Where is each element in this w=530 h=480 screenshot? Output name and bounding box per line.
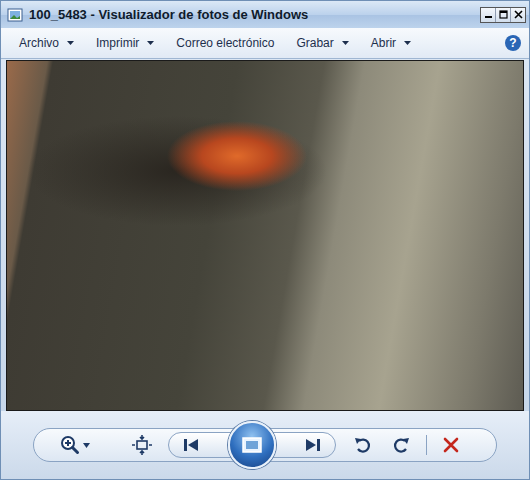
separator xyxy=(426,435,427,455)
slideshow-icon xyxy=(242,437,262,453)
dropdown-arrow-icon xyxy=(83,443,90,448)
control-pill xyxy=(33,428,497,462)
menu-label: Abrir xyxy=(371,36,396,50)
dropdown-arrow-icon xyxy=(404,41,411,45)
magnifier-icon xyxy=(60,435,80,455)
previous-button[interactable] xyxy=(179,434,203,456)
menu-label: Grabar xyxy=(296,36,333,50)
dropdown-arrow-icon xyxy=(342,41,349,45)
next-icon xyxy=(305,438,321,452)
navigation-group xyxy=(168,432,336,458)
rotate-counterclockwise-icon xyxy=(354,436,372,454)
photo xyxy=(6,60,524,411)
rotate-right-button[interactable] xyxy=(388,432,414,458)
control-bar xyxy=(1,411,529,479)
minimize-button[interactable] xyxy=(481,8,495,22)
next-button[interactable] xyxy=(301,434,325,456)
previous-icon xyxy=(183,438,199,452)
actual-size-button[interactable] xyxy=(128,431,156,459)
title-bar: 100_5483 - Visualizador de fotos de Wind… xyxy=(1,1,529,28)
window-controls xyxy=(480,7,526,23)
dropdown-arrow-icon xyxy=(67,41,74,45)
photo-viewer-window: 100_5483 - Visualizador de fotos de Wind… xyxy=(0,0,530,480)
zoom-button[interactable] xyxy=(56,431,94,459)
photo-viewer-app-icon xyxy=(7,7,23,23)
menu-item[interactable]: Archivo xyxy=(19,36,74,50)
menu-label: Correo electrónico xyxy=(176,36,274,50)
window-title: 100_5483 - Visualizador de fotos de Wind… xyxy=(29,7,474,22)
dropdown-arrow-icon xyxy=(147,41,154,45)
rotate-left-button[interactable] xyxy=(350,432,376,458)
delete-button[interactable] xyxy=(439,433,463,457)
help-button[interactable]: ? xyxy=(505,35,521,51)
menu-label: Imprimir xyxy=(96,36,139,50)
close-button[interactable] xyxy=(510,8,525,22)
maximize-button[interactable] xyxy=(495,8,510,22)
delete-x-icon xyxy=(443,437,459,453)
menu-item[interactable]: Grabar xyxy=(296,36,348,50)
menu-label: Archivo xyxy=(19,36,59,50)
minimize-icon xyxy=(484,10,493,19)
rotate-clockwise-icon xyxy=(392,436,410,454)
close-icon xyxy=(514,10,523,19)
menu-item[interactable]: Correo electrónico xyxy=(176,36,274,50)
menu-bar: Archivo Imprimir Correo electrónico Grab… xyxy=(1,28,529,59)
maximize-icon xyxy=(499,10,508,19)
slideshow-button[interactable] xyxy=(228,421,276,469)
menu-item[interactable]: Imprimir xyxy=(96,36,154,50)
fit-size-icon xyxy=(132,435,152,455)
menu-item[interactable]: Abrir xyxy=(371,36,411,50)
